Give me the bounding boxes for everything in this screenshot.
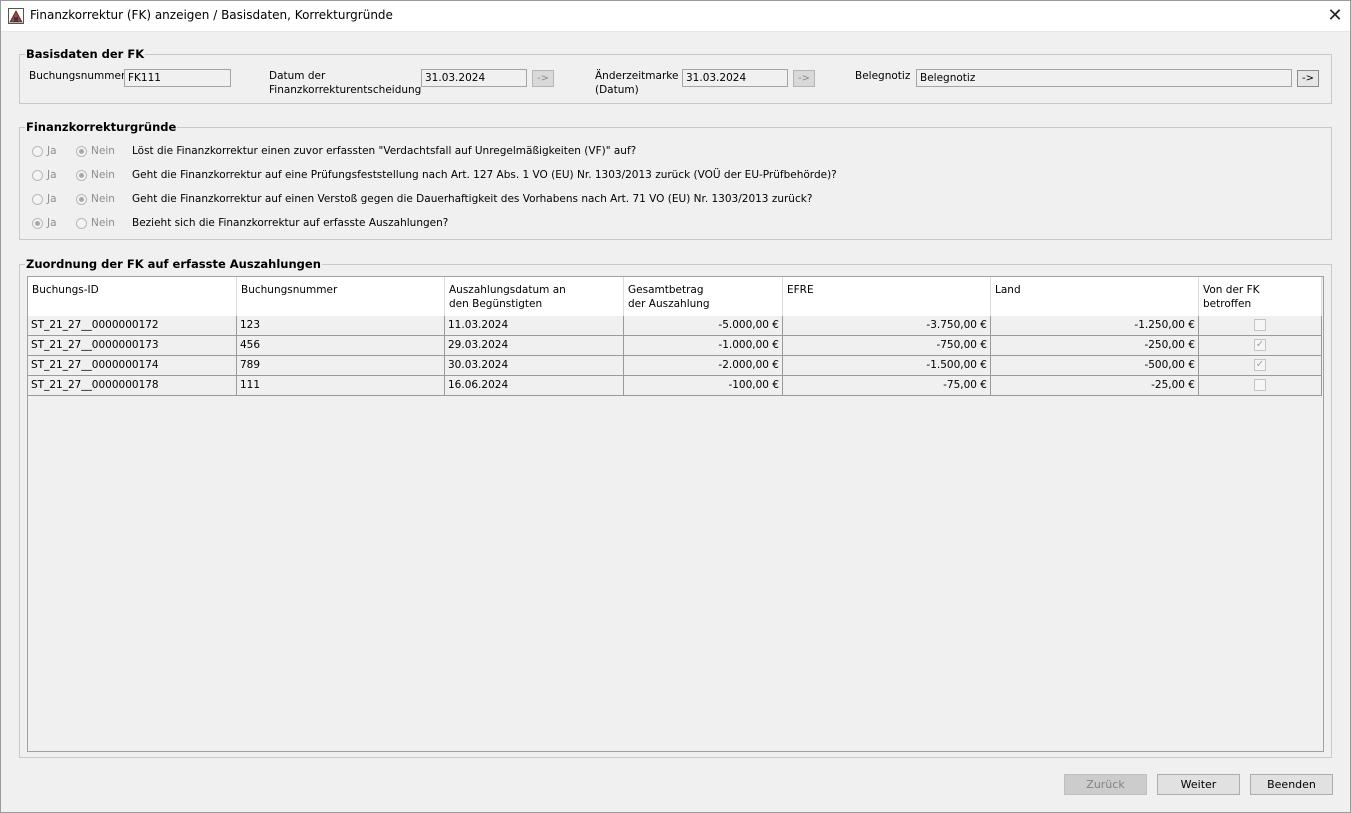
table-row[interactable]: ST_21_27__0000000173 456 29.03.2024 -1.000,…: [28, 336, 1322, 356]
radio-nein[interactable]: [76, 170, 87, 181]
cell-efre: -1.500,00 €: [783, 356, 991, 376]
radio-ja-label: Ja: [47, 169, 57, 181]
radio-nein-label: Nein: [91, 169, 115, 181]
radio-nein-label: Nein: [91, 217, 115, 229]
question-text: Löst die Finanzkorrektur einen zuvor erf…: [132, 145, 637, 157]
radio-nein-label: Nein: [91, 193, 115, 205]
cell-nummer: 123: [237, 316, 445, 336]
column-header-line1: Buchungs-ID: [32, 284, 99, 296]
checkbox-unchecked[interactable]: [1254, 379, 1266, 391]
radio-ja-label: Ja: [47, 217, 57, 229]
question-text: Geht die Finanzkorrektur auf einen Verst…: [132, 193, 813, 205]
buchungsnummer-label: Buchungsnummer: [29, 70, 126, 82]
aenderung-field[interactable]: 31.03.2024: [682, 69, 788, 87]
cell-land: -1.250,00 €: [991, 316, 1199, 336]
title-bar: Finanzkorrektur (FK) anzeigen / Basisdat…: [0, 0, 1351, 32]
cell-efre: -75,00 €: [783, 376, 991, 396]
column-header-line1: Von der FK: [1203, 284, 1260, 296]
column-header-line1: Buchungsnummer: [241, 284, 338, 296]
radio-ja-label: Ja: [47, 145, 57, 157]
cell-betroffen: [1199, 376, 1322, 396]
column-header[interactable]: Buchungs-ID: [28, 277, 237, 316]
close-icon[interactable]: ✕: [1320, 2, 1350, 30]
cell-gesamt: -100,00 €: [624, 376, 783, 396]
cell-efre: -3.750,00 €: [783, 316, 991, 336]
radio-ja[interactable]: [32, 146, 43, 157]
datum-label-line1: Datum der: [269, 70, 326, 82]
cell-nummer: 456: [237, 336, 445, 356]
cell-gesamt: -5.000,00 €: [624, 316, 783, 336]
cell-datum: 29.03.2024: [445, 336, 624, 356]
belegnotiz-label: Belegnotiz: [855, 70, 911, 82]
cell-datum: 11.03.2024: [445, 316, 624, 336]
column-header[interactable]: Gesamtbetrag der Auszahlung: [624, 277, 783, 316]
column-header[interactable]: Auszahlungsdatum an den Begünstigten: [445, 277, 624, 316]
column-header[interactable]: EFRE: [783, 277, 991, 316]
auszahlungen-table[interactable]: Buchungs-ID Buchungsnummer Auszahlungsdatu…: [27, 276, 1324, 752]
question-text: Bezieht sich die Finanzkorrektur auf erf…: [132, 217, 449, 229]
window-title: Finanzkorrektur (FK) anzeigen / Basisdat…: [30, 8, 393, 22]
zurueck-button[interactable]: Zurück: [1064, 774, 1147, 795]
datum-arrow-button[interactable]: ->: [532, 70, 554, 87]
beenden-button[interactable]: Beenden: [1250, 774, 1333, 795]
column-header-line1: Land: [995, 284, 1021, 296]
radio-ja-label: Ja: [47, 193, 57, 205]
zuordnung-legend: Zuordnung der FK auf erfasste Auszahlung…: [26, 257, 321, 271]
column-header-line1: EFRE: [787, 284, 814, 296]
radio-ja[interactable]: [32, 170, 43, 181]
cell-betroffen: [1199, 316, 1322, 336]
checkbox-unchecked[interactable]: [1254, 319, 1266, 331]
belegnotiz-arrow-button[interactable]: ->: [1297, 70, 1319, 87]
column-header-line2: der Auszahlung: [628, 298, 710, 310]
question-text: Geht die Finanzkorrektur auf eine Prüfun…: [132, 169, 837, 181]
radio-nein-label: Nein: [91, 145, 115, 157]
cell-nummer: 789: [237, 356, 445, 376]
radio-nein[interactable]: [76, 194, 87, 205]
column-header-line1: Auszahlungsdatum an: [449, 284, 566, 296]
cell-datum: 30.03.2024: [445, 356, 624, 376]
cell-datum: 16.06.2024: [445, 376, 624, 396]
radio-nein[interactable]: [76, 146, 87, 157]
cell-id: ST_21_27__0000000173: [28, 336, 237, 356]
radio-ja[interactable]: [32, 194, 43, 205]
column-header[interactable]: Von der FK betroffen: [1199, 277, 1322, 316]
gruende-legend: Finanzkorrekturgründe: [26, 120, 177, 134]
cell-betroffen: ✓: [1199, 336, 1322, 356]
cell-land: -250,00 €: [991, 336, 1199, 356]
datum-field[interactable]: 31.03.2024: [421, 69, 527, 87]
column-header-line1: Gesamtbetrag: [628, 284, 704, 296]
column-header[interactable]: Buchungsnummer: [237, 277, 445, 316]
aenderung-arrow-button[interactable]: ->: [793, 70, 815, 87]
checkbox-checked[interactable]: ✓: [1254, 359, 1266, 371]
basisdaten-legend: Basisdaten der FK: [26, 47, 145, 61]
cell-id: ST_21_27__0000000174: [28, 356, 237, 376]
cell-land: -500,00 €: [991, 356, 1199, 376]
belegnotiz-field[interactable]: Belegnotiz: [916, 69, 1292, 87]
weiter-button[interactable]: Weiter: [1157, 774, 1240, 795]
cell-nummer: 111: [237, 376, 445, 396]
column-header-line2: den Begünstigten: [449, 298, 543, 310]
table-row[interactable]: ST_21_27__0000000174 789 30.03.2024 -2.000,…: [28, 356, 1322, 376]
app-icon: [8, 8, 24, 24]
radio-ja[interactable]: [32, 218, 43, 229]
table-row[interactable]: ST_21_27__0000000178 111 16.06.2024 -100,00…: [28, 376, 1322, 396]
table-row[interactable]: ST_21_27__0000000172 123 11.03.2024 -5.000,…: [28, 316, 1322, 336]
cell-gesamt: -1.000,00 €: [624, 336, 783, 356]
checkbox-checked[interactable]: ✓: [1254, 339, 1266, 351]
cell-id: ST_21_27__0000000172: [28, 316, 237, 336]
column-header-line2: betroffen: [1203, 298, 1252, 310]
aenderung-label-line2: (Datum): [595, 84, 639, 96]
cell-land: -25,00 €: [991, 376, 1199, 396]
radio-nein[interactable]: [76, 218, 87, 229]
cell-betroffen: ✓: [1199, 356, 1322, 376]
aenderung-label-line1: Änderzeitmarke: [595, 70, 679, 82]
cell-efre: -750,00 €: [783, 336, 991, 356]
cell-gesamt: -2.000,00 €: [624, 356, 783, 376]
column-header[interactable]: Land: [991, 277, 1199, 316]
buchungsnummer-field[interactable]: FK111: [124, 69, 231, 87]
datum-label-line2: Finanzkorrekturentscheidung: [269, 84, 422, 96]
cell-id: ST_21_27__0000000178: [28, 376, 237, 396]
